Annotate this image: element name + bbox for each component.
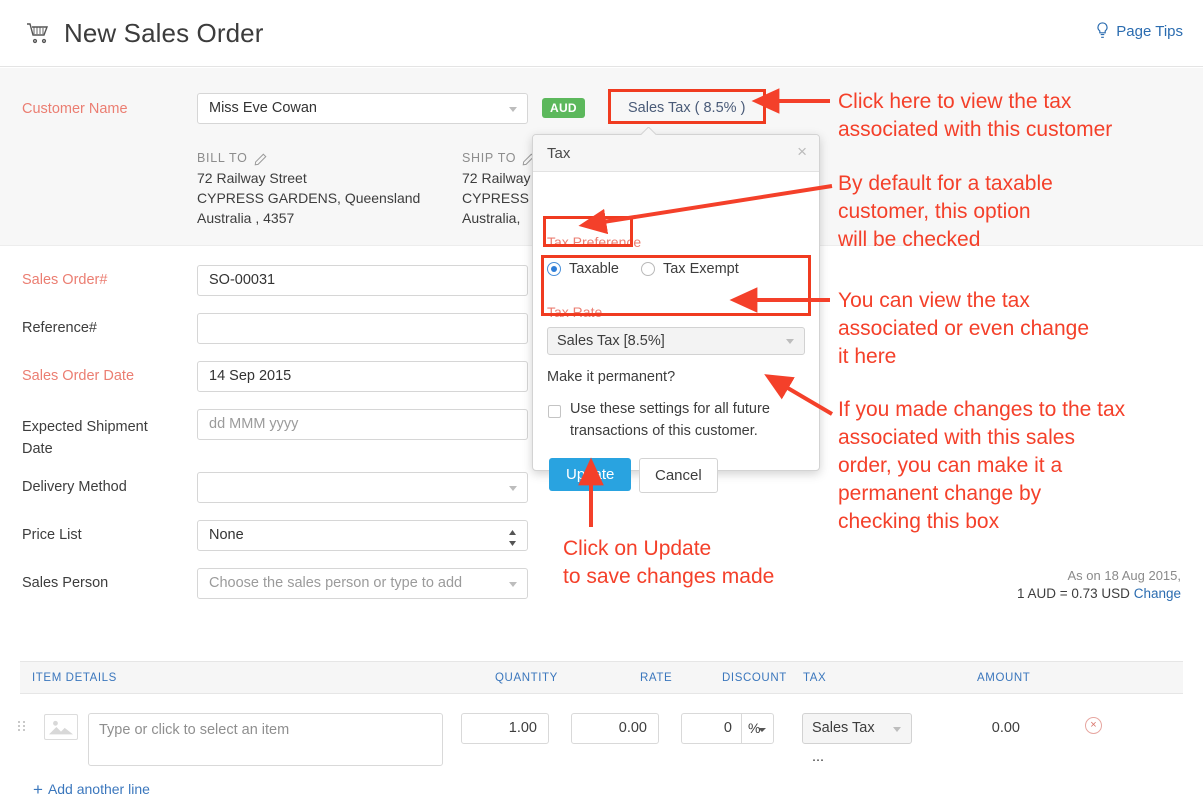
permanent-checkbox[interactable] [548,405,561,418]
bill-to-heading: BILL TO [197,148,420,168]
highlight-taxable-option [543,216,633,247]
highlight-sales-tax-button [608,89,766,124]
annotation-3: You can view the tax associated or even … [838,287,1089,371]
exchange-rate-block: As on 18 Aug 2015, 1 AUD = 0.73 USD Chan… [1017,568,1181,601]
stepper-arrows-icon [508,528,517,544]
line-amount: 0.00 [960,720,1020,736]
reference-no-label: Reference# [22,320,97,336]
update-button[interactable]: Update [549,458,631,491]
drag-handle-icon[interactable] [18,721,26,732]
delivery-method-label: Delivery Method [22,479,127,495]
line-tax-select[interactable]: Sales Tax ... [802,713,912,744]
customer-name-label: Customer Name [22,101,128,117]
exchange-rate-date: As on 18 Aug 2015, [1017,568,1181,583]
permanent-checkbox-label[interactable]: Use these settings for all future transa… [570,398,802,442]
add-another-line-label: Add another line [48,781,150,797]
page-title: New Sales Order [64,18,263,49]
annotation-4: If you made changes to the tax associate… [838,396,1125,536]
column-rate: RATE [640,672,672,684]
chevron-down-icon [509,582,518,591]
column-tax: TAX [803,672,826,684]
highlight-tax-rate [541,255,811,316]
sales-person-input[interactable]: Choose the sales person or type to add [197,568,528,599]
item-name-input[interactable]: Type or click to select an item [88,713,443,766]
bill-to-line-2: CYPRESS GARDENS, Queensland [197,188,420,208]
top-bar: New Sales Order Page Tips [0,0,1203,67]
change-exchange-rate-link[interactable]: Change [1134,586,1181,601]
popup-arrow [641,127,657,135]
image-placeholder-icon[interactable] [44,714,78,740]
chevron-down-icon [893,727,902,736]
currency-badge: AUD [542,98,585,118]
cancel-button[interactable]: Cancel [639,458,718,493]
customer-name-input[interactable]: Miss Eve Cowan [197,93,528,124]
chevron-down-icon [786,339,795,348]
reference-no-input[interactable] [197,313,528,344]
sales-order-date-value: 14 Sep 2015 [209,368,291,384]
sales-order-no-input[interactable]: SO-00031 [197,265,528,296]
make-permanent-question: Make it permanent? [547,369,675,385]
shopping-cart-icon [25,22,51,46]
discount-unit-dropdown[interactable]: % [741,713,774,744]
edit-pencil-icon[interactable] [254,152,267,165]
price-list-select[interactable]: None [197,520,528,551]
discount-group: 0 % [681,713,774,744]
rate-value: 0.00 [619,720,647,736]
ship-to-label: SHIP TO [462,148,516,168]
page-tips-label: Page Tips [1116,23,1183,40]
annotation-2: By default for a taxable customer, this … [838,170,1053,254]
sales-person-label: Sales Person [22,575,108,591]
quantity-value: 1.00 [509,720,537,736]
column-quantity: QUANTITY [495,672,558,684]
exchange-rate-value: 1 AUD = 0.73 USD [1017,586,1130,601]
column-item-details: ITEM DETAILS [32,672,117,684]
customer-name-value: Miss Eve Cowan [209,100,317,116]
chevron-down-icon [509,486,518,495]
tax-popup-title: Tax [547,145,570,162]
rate-input[interactable]: 0.00 [571,713,659,744]
items-table-header: ITEM DETAILS QUANTITY RATE DISCOUNT TAX … [20,661,1183,694]
add-another-line-button[interactable]: + Add another line [33,780,150,800]
bill-to-line-1: 72 Railway Street [197,168,420,188]
line-tax-value: Sales Tax ... [812,720,875,765]
item-name-placeholder: Type or click to select an item [99,722,289,738]
tax-rate-select[interactable]: Sales Tax [8.5%] [547,327,805,355]
discount-input[interactable]: 0 [681,713,741,744]
sales-order-no-label: Sales Order# [22,272,107,288]
column-amount: AMOUNT [977,672,1030,684]
sales-person-placeholder: Choose the sales person or type to add [209,575,462,591]
expected-shipment-date-input[interactable]: dd MMM yyyy [197,409,528,440]
sales-order-date-input[interactable]: 14 Sep 2015 [197,361,528,392]
remove-line-icon[interactable]: × [1085,717,1102,734]
sales-order-no-value: SO-00031 [209,272,275,288]
sales-order-date-label: Sales Order Date [22,368,134,384]
bill-to-block: BILL TO 72 Railway Street CYPRESS GARDEN… [197,148,420,228]
tax-rate-value: Sales Tax [8.5%] [557,333,665,349]
column-discount: DISCOUNT [722,672,787,684]
price-list-label: Price List [22,527,82,543]
bill-to-label: BILL TO [197,148,248,168]
discount-value: 0 [724,720,732,736]
bill-to-line-3: Australia , 4357 [197,208,420,228]
price-list-value: None [209,527,244,543]
quantity-input[interactable]: 1.00 [461,713,549,744]
tax-popup-header: Tax × [533,135,819,172]
chevron-down-icon [509,107,518,116]
expected-shipment-date-label: Expected Shipment Date [22,416,182,460]
close-icon[interactable]: × [797,143,807,160]
annotation-5: Click on Update to save changes made [563,535,774,591]
delivery-method-input[interactable] [197,472,528,503]
page-tips-link[interactable]: Page Tips [1095,22,1183,40]
expected-shipment-date-placeholder: dd MMM yyyy [209,416,298,432]
discount-unit-value: % [748,720,760,736]
plus-icon: + [33,780,43,799]
annotation-1: Click here to view the tax associated wi… [838,88,1112,144]
lightbulb-icon [1095,22,1110,40]
